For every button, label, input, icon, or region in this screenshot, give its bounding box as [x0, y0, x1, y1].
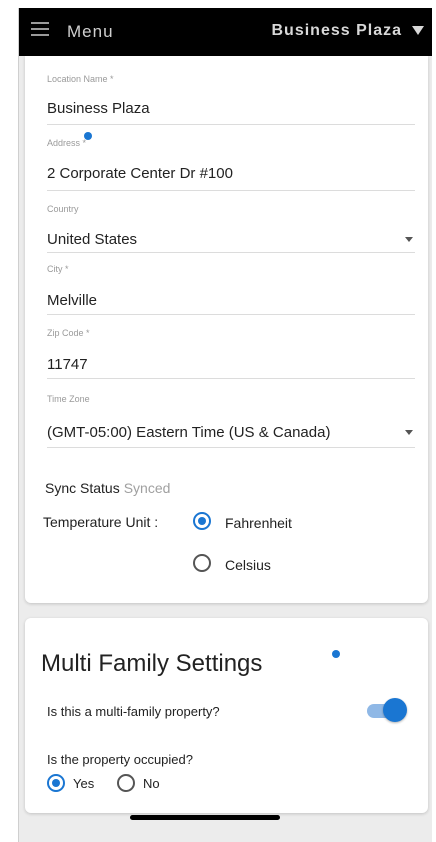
info-icon[interactable] — [84, 132, 92, 140]
city-label: City * — [47, 264, 69, 274]
location-name-value: Business Plaza — [47, 100, 150, 117]
occupied-yes-label[interactable]: Yes — [73, 776, 94, 791]
occupied-no-radio[interactable] — [117, 774, 135, 792]
country-value: United States — [47, 231, 138, 248]
caret-down-icon[interactable] — [412, 26, 424, 35]
location-card: Location Name * Business Plaza Address *… — [25, 56, 428, 603]
hamburger-icon[interactable] — [31, 22, 49, 36]
country-label: Country — [47, 204, 79, 214]
sync-status-label: Sync Status — [45, 480, 120, 496]
home-indicator[interactable] — [130, 815, 280, 820]
occupied-yes-radio[interactable] — [47, 774, 65, 792]
city-field[interactable]: City * Melville — [47, 264, 415, 315]
top-bar: Menu Business Plaza — [19, 8, 432, 56]
app-screen: Menu Business Plaza Location Name * Busi… — [18, 8, 432, 842]
zip-code-field[interactable]: Zip Code * 11747 — [47, 328, 415, 379]
celsius-radio[interactable] — [193, 554, 211, 572]
multi-family-card: Multi Family Settings Is this a multi-fa… — [25, 618, 428, 813]
time-zone-value: (GMT-05:00) Eastern Time (US & Canada) — [47, 424, 331, 441]
address-label: Address * — [47, 138, 87, 148]
country-select[interactable]: Country United States — [47, 204, 415, 253]
sync-status-value: Synced — [123, 480, 171, 496]
info-icon[interactable] — [332, 650, 340, 658]
address-value: 2 Corporate Center Dr #100 — [47, 165, 233, 182]
fahrenheit-label[interactable]: Fahrenheit — [225, 515, 292, 531]
occupied-question: Is the property occupied? — [47, 752, 193, 767]
site-selector[interactable]: Business Plaza — [272, 22, 403, 40]
multi-family-toggle-knob[interactable] — [383, 698, 407, 722]
occupied-no-label[interactable]: No — [143, 776, 160, 791]
fahrenheit-radio[interactable] — [193, 512, 211, 530]
chevron-down-icon[interactable] — [405, 237, 413, 242]
time-zone-label: Time Zone — [47, 394, 90, 404]
sync-status: Sync Status Synced — [45, 480, 170, 496]
multi-family-question: Is this a multi-family property? — [47, 704, 220, 719]
zip-code-value: 11747 — [47, 356, 88, 373]
location-name-field[interactable]: Location Name * Business Plaza — [47, 74, 415, 125]
time-zone-select[interactable]: Time Zone (GMT-05:00) Eastern Time (US &… — [47, 394, 415, 448]
chevron-down-icon[interactable] — [405, 430, 413, 435]
address-field[interactable]: Address * 2 Corporate Center Dr #100 — [47, 132, 415, 191]
location-name-label: Location Name * — [47, 74, 114, 84]
multi-family-title: Multi Family Settings — [41, 650, 263, 677]
temperature-unit-label: Temperature Unit : — [43, 514, 159, 530]
menu-label[interactable]: Menu — [67, 22, 114, 42]
zip-code-label: Zip Code * — [47, 328, 90, 338]
city-value: Melville — [47, 292, 98, 309]
celsius-label[interactable]: Celsius — [225, 557, 271, 573]
